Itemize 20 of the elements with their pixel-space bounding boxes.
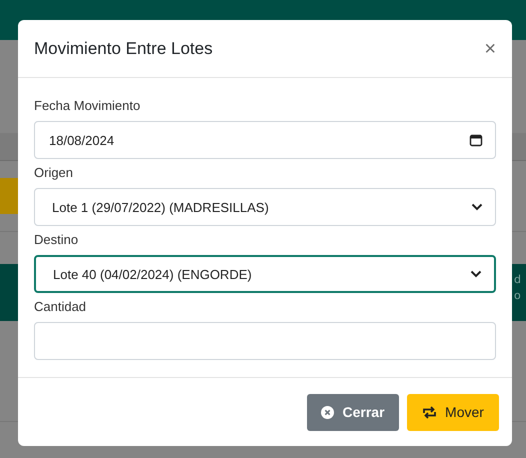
dropdown[interactable]: Lote 1 (29/07/2022) (MADRESILLAS) — [34, 188, 496, 226]
swap-arrows-icon — [422, 406, 438, 418]
input-field[interactable] — [34, 322, 496, 360]
close-button[interactable]: Cerrar — [307, 394, 399, 430]
chevron-down-icon — [470, 270, 482, 278]
field-label: Destino — [34, 231, 80, 249]
calendar-icon — [469, 133, 483, 147]
column-header: d — [514, 272, 522, 288]
close-button[interactable]: × — [484, 38, 496, 58]
field-label: Origen — [34, 164, 74, 182]
chevron-down-icon — [471, 203, 483, 211]
field-label: Fecha Movimiento — [34, 97, 142, 115]
date-field[interactable]: 18/08/2024 — [34, 121, 496, 159]
dialog-title: Movimiento Entre Lotes — [34, 38, 213, 58]
close-circle-icon — [321, 406, 334, 418]
field-label: Cantidad — [34, 298, 88, 316]
action-button[interactable] — [0, 178, 18, 214]
column-header: o — [514, 288, 522, 304]
dropdown[interactable]: Lote 40 (04/02/2024) (ENGORDE) — [34, 255, 496, 293]
move-button[interactable]: Mover — [407, 394, 499, 430]
